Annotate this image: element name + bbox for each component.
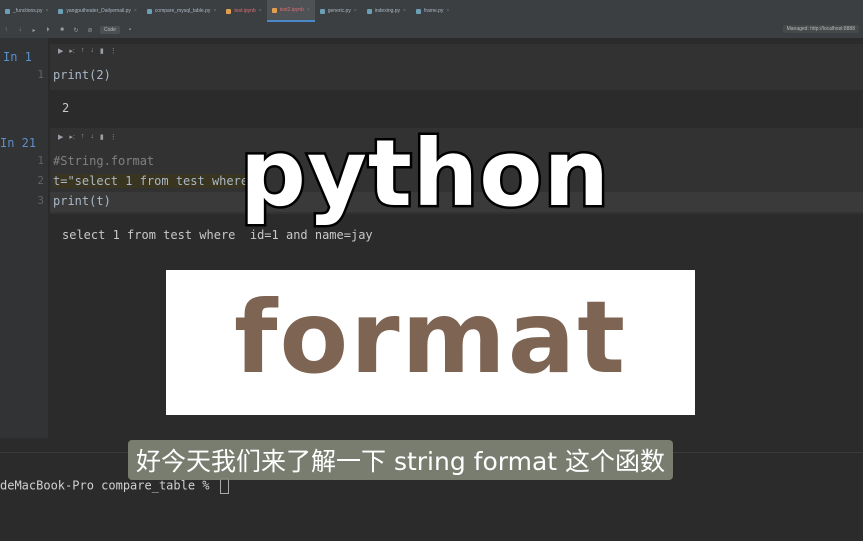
python-file-icon [319, 8, 325, 14]
notebook-toolbar: ↑ ↓ ▸ ⏵ ■ ↻ ⊘ Code ▪ Managed: http://loc… [0, 22, 863, 38]
close-icon[interactable]: × [134, 8, 137, 14]
code-text: print(2) [53, 68, 111, 82]
tab-label: indexing.py [374, 8, 401, 14]
tab-test2-ipynb[interactable]: test2.ipynb × [266, 0, 315, 22]
cell-prompt: In 1 [3, 50, 32, 64]
tab-functions[interactable]: _functions.py × [0, 0, 53, 22]
close-icon[interactable]: × [307, 7, 310, 13]
code-line[interactable]: print(2) [53, 68, 111, 82]
close-icon[interactable]: × [259, 8, 262, 14]
cell-prompt: In 21 [0, 136, 37, 150]
tab-label: frame.py [423, 8, 444, 14]
tab-label: test2.ipynb [279, 7, 304, 13]
run-cell-icon[interactable]: ▶ [58, 47, 63, 55]
line-number: 2 [37, 174, 44, 187]
delete-icon[interactable]: ▮ [100, 133, 104, 141]
cell-toolbar: ▶ ▸: ↑ ↓ ▮ ⋮ [58, 47, 117, 55]
line-number: 1 [37, 154, 44, 167]
run-cell-icon[interactable]: ▶ [58, 133, 63, 141]
python-file-icon [415, 8, 421, 14]
title-overlay: python [237, 120, 611, 227]
move-up-icon[interactable]: ↑ [81, 47, 85, 55]
close-icon[interactable]: × [354, 8, 357, 14]
code-line[interactable]: t="select 1 from test where [53, 174, 249, 188]
tab-label: test.ipynb [234, 8, 256, 14]
tab-indexing[interactable]: indexing.py × [362, 0, 411, 22]
code-text: t="select 1 from test where [53, 174, 249, 188]
tab-label: _functions.py [13, 8, 43, 14]
banner-word: format [233, 279, 627, 396]
code-line[interactable]: print(t) [53, 194, 111, 208]
notebook-file-icon [226, 8, 232, 14]
code-text: print(t) [53, 194, 111, 208]
delete-icon[interactable]: ▪ [126, 27, 134, 33]
python-file-icon [366, 8, 372, 14]
stop-icon[interactable]: ■ [58, 27, 66, 33]
close-icon[interactable]: × [213, 8, 216, 14]
move-up-icon[interactable]: ↑ [2, 27, 10, 33]
tab-dailyemail[interactable]: yangputheater_Dailyemail.py × [53, 0, 141, 22]
close-icon[interactable]: × [403, 8, 406, 14]
move-down-icon[interactable]: ↓ [90, 47, 94, 55]
cell-type-select[interactable]: Code [100, 26, 120, 34]
tab-label: generic.py [327, 8, 351, 14]
run-below-icon[interactable]: ▸: [69, 47, 74, 55]
run-cell-icon[interactable]: ▸ [30, 27, 38, 34]
close-icon[interactable]: × [446, 8, 449, 14]
terminal-text: deMacBook-Pro compare_table % [0, 478, 217, 493]
code-comment[interactable]: #String.format [53, 154, 154, 168]
line-number: 1 [37, 68, 44, 81]
restart-icon[interactable]: ↻ [72, 27, 80, 34]
run-below-icon[interactable]: ▸: [69, 133, 74, 141]
tab-label: compare_mysql_table.py [154, 8, 211, 14]
clear-icon[interactable]: ⊘ [86, 27, 94, 34]
tab-compare-mysql[interactable]: compare_mysql_table.py × [142, 0, 222, 22]
video-subtitle: 好今天我们来了解一下 string format 这个函数 [128, 440, 674, 480]
python-file-icon [58, 8, 64, 14]
tab-frame[interactable]: frame.py × [411, 0, 454, 22]
gutter [0, 38, 48, 438]
more-icon[interactable]: ⋮ [110, 47, 117, 55]
editor-tab-bar: _functions.py × yangputheater_Dailyemail.… [0, 0, 863, 23]
notebook-file-icon [271, 7, 277, 13]
code-cell[interactable] [50, 44, 863, 90]
python-file-icon [146, 8, 152, 14]
delete-icon[interactable]: ▮ [100, 47, 104, 55]
tab-generic[interactable]: generic.py × [315, 0, 362, 22]
cell-toolbar: ▶ ▸: ↑ ↓ ▮ ⋮ [58, 133, 117, 141]
line-number: 3 [37, 194, 44, 207]
terminal-prompt[interactable]: deMacBook-Pro compare_table % [0, 478, 229, 494]
tab-label: yangputheater_Dailyemail.py [66, 8, 131, 14]
managed-server-select[interactable]: Managed: http://localhost:8888 [782, 25, 859, 33]
move-down-icon[interactable]: ↓ [90, 133, 94, 141]
move-down-icon[interactable]: ↓ [16, 27, 24, 33]
tab-test-ipynb[interactable]: test.ipynb × [221, 0, 266, 22]
run-all-icon[interactable]: ⏵ [44, 27, 52, 34]
cell-output: select 1 from test where id=1 and name=j… [62, 228, 373, 242]
more-icon[interactable]: ⋮ [110, 133, 117, 141]
cell-output: 2 [62, 101, 70, 115]
python-file-icon [5, 8, 10, 14]
move-up-icon[interactable]: ↑ [81, 133, 85, 141]
close-icon[interactable]: × [45, 8, 48, 14]
terminal-cursor [219, 478, 229, 494]
